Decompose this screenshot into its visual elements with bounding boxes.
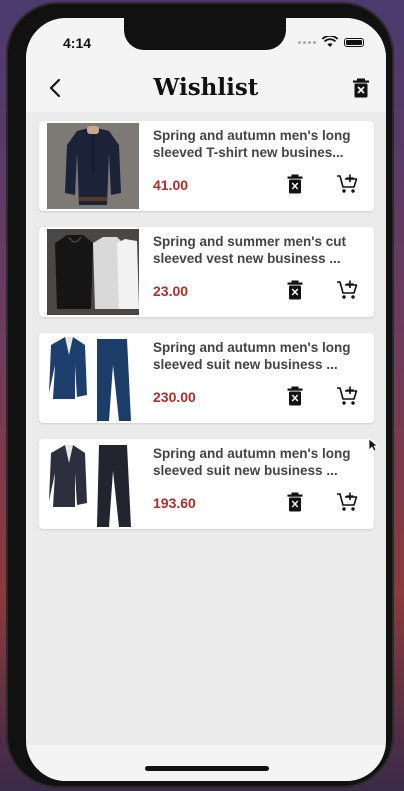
wishlist-item[interactable]: Spring and summer men's cut sleeved vest… xyxy=(39,227,374,317)
mouse-cursor-icon xyxy=(368,438,378,452)
add-to-cart-icon[interactable] xyxy=(336,174,358,194)
add-to-cart-icon[interactable] xyxy=(336,492,358,512)
notch xyxy=(124,18,286,50)
page-title: Wishlist xyxy=(153,74,259,101)
app-header: Wishlist xyxy=(26,64,386,112)
screen: 4:14 Wishlist Spring and autumn men's lo… xyxy=(26,18,386,781)
product-image xyxy=(47,441,139,527)
add-to-cart-icon[interactable] xyxy=(336,280,358,300)
status-time: 4:14 xyxy=(63,35,92,51)
battery-icon xyxy=(344,37,364,47)
delete-icon[interactable] xyxy=(287,492,303,512)
product-name: Spring and autumn men's long sleeved sui… xyxy=(153,340,351,372)
phone-frame: 4:14 Wishlist Spring and autumn men's lo… xyxy=(6,2,394,788)
wishlist-item[interactable]: Spring and autumn men's long sleeved T-s… xyxy=(39,121,374,211)
product-name: Spring and autumn men's long sleeved T-s… xyxy=(153,128,351,160)
product-price: 23.00 xyxy=(153,283,189,299)
delete-all-icon[interactable] xyxy=(352,78,370,98)
product-image xyxy=(47,229,139,315)
delete-icon[interactable] xyxy=(287,174,303,194)
product-price: 230.00 xyxy=(153,389,196,405)
product-name: Spring and autumn men's long sleeved sui… xyxy=(153,446,351,478)
home-bar xyxy=(26,745,386,781)
signal-icon xyxy=(298,40,316,44)
status-icons xyxy=(298,36,364,48)
wishlist: Spring and autumn men's long sleeved T-s… xyxy=(39,121,374,545)
status-bar: 4:14 xyxy=(26,18,386,64)
wishlist-item[interactable]: Spring and autumn men's long sleeved sui… xyxy=(39,439,374,529)
product-image xyxy=(47,335,139,421)
add-to-cart-icon[interactable] xyxy=(336,386,358,406)
wifi-icon xyxy=(322,36,338,47)
product-image xyxy=(47,123,139,209)
delete-icon[interactable] xyxy=(287,386,303,406)
wishlist-item[interactable]: Spring and autumn men's long sleeved sui… xyxy=(39,333,374,423)
product-price: 193.60 xyxy=(153,495,196,511)
delete-icon[interactable] xyxy=(287,280,303,300)
home-indicator[interactable] xyxy=(145,766,269,771)
product-name: Spring and summer men's cut sleeved vest… xyxy=(153,234,347,266)
product-price: 41.00 xyxy=(153,177,189,193)
